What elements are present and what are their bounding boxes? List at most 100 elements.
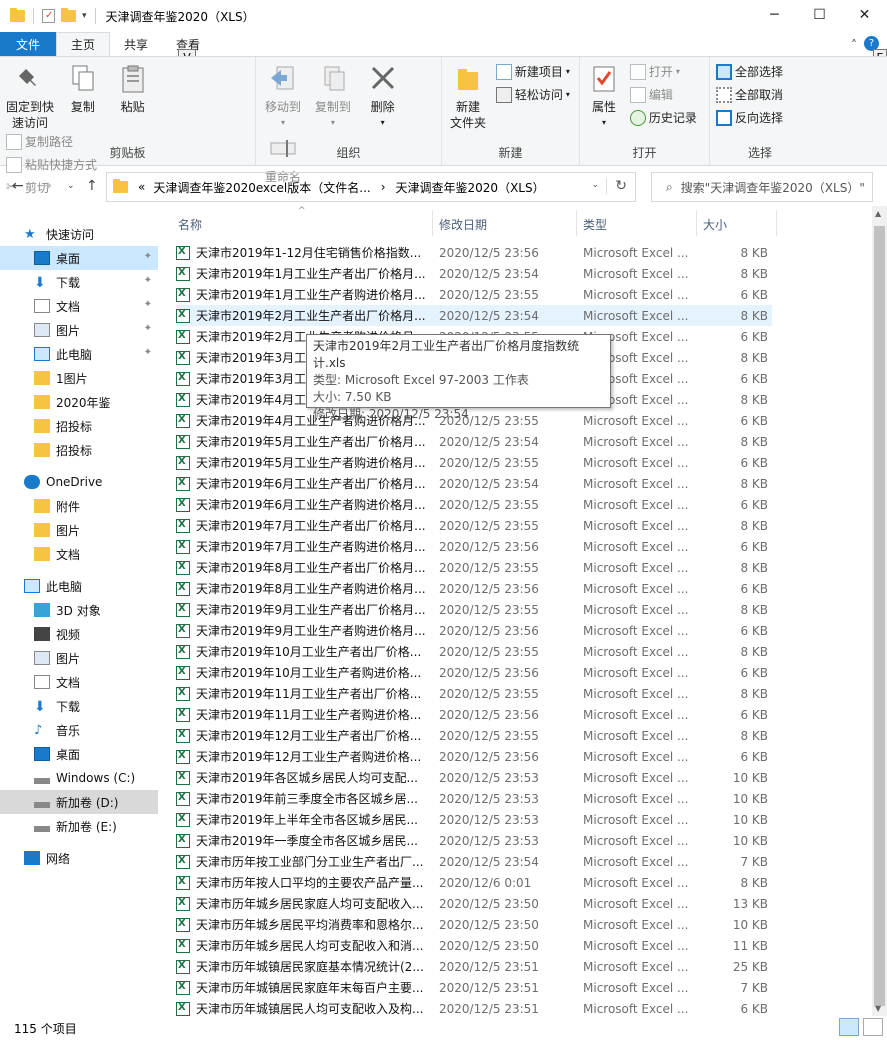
nav-item[interactable]: 图片 <box>0 518 158 542</box>
file-row[interactable]: 天津市2019年9月工业生产者购进价格月... 2020/12/5 23:56 Mi… <box>176 620 772 641</box>
file-row[interactable]: 天津市历年城乡居民家庭人均可支配收入... 2020/12/5 23:50 Micr… <box>176 893 772 914</box>
nav-item[interactable]: 招投标 <box>0 438 158 462</box>
breadcrumb-separator[interactable]: › <box>381 180 386 194</box>
address-dropdown-icon[interactable]: ⌄ <box>591 180 599 190</box>
file-row[interactable]: 天津市2019年11月工业生产者购进价格... 2020/12/5 23:56 Mi… <box>176 704 772 725</box>
scroll-down-icon[interactable]: ▼ <box>875 1004 881 1013</box>
chevron-up-icon[interactable]: ˄ <box>851 38 857 52</box>
move-to-button[interactable]: 移动到 ▾ <box>260 61 306 131</box>
nav-item[interactable]: ★ 快速访问 <box>0 222 158 246</box>
file-row[interactable]: 天津市2019年上半年全市各区城乡居民... 2020/12/5 23:53 Mic… <box>176 809 772 830</box>
file-row[interactable]: 天津市2019年6月工业生产者出厂价格月... 2020/12/5 23:54 Mi… <box>176 473 772 494</box>
file-row[interactable]: 天津市2019年12月工业生产者出厂价格... 2020/12/5 23:55 Mi… <box>176 725 772 746</box>
nav-item[interactable]: 招投标 <box>0 414 158 438</box>
vertical-scrollbar[interactable]: ▲ ▼ <box>872 206 887 1016</box>
new-folder-button[interactable]: 新建 文件夹 <box>446 61 490 131</box>
column-size[interactable]: 大小 <box>703 216 727 233</box>
nav-item[interactable]: 此电脑 <box>0 574 158 598</box>
file-row[interactable]: 天津市历年城镇居民人均可支配收入及构... 2020/12/5 23:51 Micr… <box>176 998 772 1016</box>
nav-item[interactable]: 新加卷 (D:) <box>0 790 158 814</box>
up-arrow-icon[interactable]: ↑ <box>86 178 98 194</box>
column-date[interactable]: 修改日期 <box>439 216 487 233</box>
breadcrumb-parent[interactable]: 天津调查年鉴2020excel版本（文件名... <box>153 179 370 196</box>
select-all-button[interactable]: 全部选择 <box>716 61 783 82</box>
nav-item[interactable]: OneDrive <box>0 470 158 494</box>
nav-item[interactable]: Windows (C:) <box>0 766 158 790</box>
nav-item[interactable]: ⬇ 下载 <box>0 694 158 718</box>
edit-button[interactable]: 编辑 <box>629 84 697 105</box>
nav-item[interactable]: 3D 对象 <box>0 598 158 622</box>
file-row[interactable]: 天津市历年城乡居民平均消费率和恩格尔... 2020/12/5 23:50 Micr… <box>176 914 772 935</box>
copy-to-button[interactable]: 复制到 ▾ <box>310 61 356 131</box>
file-row[interactable]: 天津市2019年5月工业生产者购进价格月... 2020/12/5 23:55 Mi… <box>176 452 772 473</box>
back-arrow-icon[interactable]: ← <box>12 178 24 194</box>
open-button[interactable]: 打开 ▾ <box>629 61 697 82</box>
nav-item[interactable]: 视频 <box>0 622 158 646</box>
file-row[interactable]: 天津市2019年前三季度全市各区城乡居... 2020/12/5 23:53 Mic… <box>176 788 772 809</box>
easy-access-button[interactable]: 轻松访问 ▾ <box>495 84 570 105</box>
nav-item[interactable]: 图片 ✦ <box>0 318 158 342</box>
nav-item[interactable]: 新加卷 (E:) <box>0 814 158 838</box>
nav-item[interactable]: 图片 <box>0 646 158 670</box>
nav-item[interactable]: 桌面 ✦ <box>0 246 158 270</box>
column-name[interactable]: 名称 <box>178 216 202 233</box>
pin-quick-access-button[interactable]: 固定到快 速访问 <box>4 61 56 131</box>
file-row[interactable]: 天津市2019年10月工业生产者购进价格... 2020/12/5 23:56 Mi… <box>176 662 772 683</box>
nav-item[interactable]: 此电脑 ✦ <box>0 342 158 366</box>
file-row[interactable]: 天津市2019年9月工业生产者出厂价格月... 2020/12/5 23:55 Mi… <box>176 599 772 620</box>
delete-button[interactable]: 删除 ▾ <box>360 61 406 131</box>
file-row[interactable]: 天津市2019年10月工业生产者出厂价格... 2020/12/5 23:55 Mi… <box>176 641 772 662</box>
close-button[interactable]: ✕ <box>842 0 887 30</box>
file-row[interactable]: 天津市2019年1月工业生产者购进价格月... 2020/12/5 23:55 Mi… <box>176 284 772 305</box>
search-box[interactable]: ⌕ 搜索"天津调查年鉴2020（XLS）" <box>651 172 873 202</box>
minimize-button[interactable]: ─ <box>752 0 797 30</box>
new-folder-qat-icon[interactable] <box>61 8 76 22</box>
file-row[interactable]: 天津市2019年8月工业生产者购进价格月... 2020/12/5 23:56 Mi… <box>176 578 772 599</box>
breadcrumb-current[interactable]: 天津调查年鉴2020（XLS） <box>396 179 545 196</box>
scroll-thumb[interactable] <box>874 226 885 1006</box>
details-view-icon[interactable] <box>839 1018 859 1036</box>
address-bar[interactable]: « 天津调查年鉴2020excel版本（文件名... › 天津调查年鉴2020（… <box>106 172 636 202</box>
file-row[interactable]: 天津市历年城镇居民家庭基本情况统计(2... 2020/12/5 23:51 Mic… <box>176 956 772 977</box>
tab-share[interactable]: 共享 <box>110 32 162 56</box>
nav-item[interactable]: 文档 <box>0 670 158 694</box>
file-row[interactable]: 天津市历年城镇居民家庭年末每百户主要... 2020/12/5 23:51 Micr… <box>176 977 772 998</box>
properties-button[interactable]: 属性 ▾ <box>584 61 624 131</box>
select-none-button[interactable]: 全部取消 <box>716 84 783 105</box>
nav-item[interactable]: ⬇ 下载 ✦ <box>0 270 158 294</box>
file-row[interactable]: 天津市2019年12月工业生产者购进价格... 2020/12/5 23:56 Mi… <box>176 746 772 767</box>
forward-arrow-icon[interactable]: → <box>40 178 52 194</box>
tab-home[interactable]: 主页 <box>56 32 111 56</box>
nav-item[interactable]: 文档 ✦ <box>0 294 158 318</box>
large-icons-view-icon[interactable] <box>863 1018 883 1036</box>
file-row[interactable]: 天津市2019年7月工业生产者出厂价格月... 2020/12/5 23:55 Mi… <box>176 515 772 536</box>
file-row[interactable]: 天津市2019年各区城乡居民人均可支配... 2020/12/5 23:53 Mic… <box>176 767 772 788</box>
file-row[interactable]: 天津市2019年1月工业生产者出厂价格月... 2020/12/5 23:54 Mi… <box>176 263 772 284</box>
file-row[interactable]: 天津市2019年11月工业生产者出厂价格... 2020/12/5 23:55 Mi… <box>176 683 772 704</box>
invert-selection-button[interactable]: 反向选择 <box>716 107 783 128</box>
paste-button[interactable]: 粘贴 <box>110 61 156 115</box>
copy-button[interactable]: 复制 <box>60 61 106 115</box>
file-row[interactable]: 天津市2019年2月工业生产者出厂价格月... 2020/12/5 23:54 Mi… <box>176 305 772 326</box>
nav-item[interactable]: 2020年鉴 <box>0 390 158 414</box>
file-row[interactable]: 天津市2019年1-12月住宅销售价格指数... 2020/12/5 23:56 M… <box>176 242 772 263</box>
breadcrumb-prefix[interactable]: « <box>138 180 145 194</box>
history-button[interactable]: 历史记录 <box>629 107 697 128</box>
maximize-button[interactable]: ☐ <box>797 0 842 30</box>
recent-chevron-down-icon[interactable]: ⌄ <box>67 181 75 191</box>
scroll-up-icon[interactable]: ▲ <box>875 209 881 218</box>
file-row[interactable]: 天津市2019年8月工业生产者出厂价格月... 2020/12/5 23:55 Mi… <box>176 557 772 578</box>
nav-item[interactable]: ♪ 音乐 <box>0 718 158 742</box>
file-row[interactable]: 天津市2019年6月工业生产者购进价格月... 2020/12/5 23:55 Mi… <box>176 494 772 515</box>
refresh-icon[interactable]: ↻ <box>606 178 627 194</box>
properties-qat-icon[interactable]: ✓ <box>42 9 55 23</box>
nav-item[interactable]: 文档 <box>0 542 158 566</box>
file-row[interactable]: 天津市2019年7月工业生产者购进价格月... 2020/12/5 23:56 Mi… <box>176 536 772 557</box>
nav-item[interactable]: 网络 <box>0 846 158 870</box>
file-row[interactable]: 天津市2019年5月工业生产者出厂价格月... 2020/12/5 23:54 Mi… <box>176 431 772 452</box>
file-row[interactable]: 天津市历年按工业部门分工业生产者出厂... 2020/12/5 23:54 Micr… <box>176 851 772 872</box>
nav-item[interactable]: 附件 <box>0 494 158 518</box>
file-row[interactable]: 天津市历年按人口平均的主要农产品产量... 2020/12/6 0:01 Micro… <box>176 872 772 893</box>
tab-file[interactable]: 文件 <box>0 32 57 56</box>
nav-item[interactable]: 桌面 <box>0 742 158 766</box>
